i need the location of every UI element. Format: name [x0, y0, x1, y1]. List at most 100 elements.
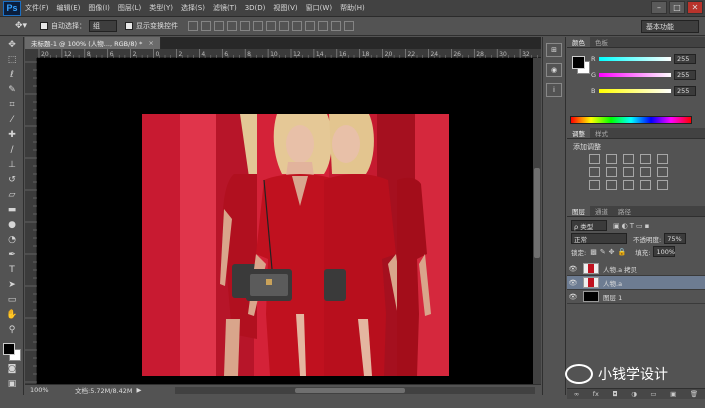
vibrance-icon[interactable]: [657, 154, 668, 164]
show-transform-checkbox[interactable]: [125, 22, 133, 30]
type-tool-icon[interactable]: T: [2, 262, 22, 277]
levels-icon[interactable]: [606, 154, 617, 164]
menu-window[interactable]: 窗口(W): [302, 3, 336, 13]
eyedropper-tool-icon[interactable]: ⁄: [2, 112, 22, 127]
eye-icon[interactable]: 👁: [567, 293, 579, 301]
move-tool-icon[interactable]: ✥: [2, 37, 22, 52]
opacity-input[interactable]: 75%: [664, 233, 687, 244]
green-value[interactable]: 255: [674, 70, 696, 80]
blur-tool-icon[interactable]: ●: [2, 217, 22, 232]
hand-tool-icon[interactable]: ✋: [2, 307, 22, 322]
layer-kind-filter[interactable]: ρ 类型: [571, 220, 607, 231]
tab-adjustments[interactable]: 调整: [567, 128, 590, 138]
align-left-icon[interactable]: [227, 21, 237, 31]
invert-icon[interactable]: [589, 180, 600, 190]
curves-icon[interactable]: [623, 154, 634, 164]
history-brush-icon[interactable]: ↺: [2, 172, 22, 187]
brush-tool-icon[interactable]: ∕: [2, 142, 22, 157]
distribute-bottom-icon[interactable]: [292, 21, 302, 31]
status-arrow-icon[interactable]: ▶: [137, 386, 142, 394]
healing-tool-icon[interactable]: ✚: [2, 127, 22, 142]
channel-mixer-icon[interactable]: [657, 167, 668, 177]
auto-align-icon[interactable]: [344, 21, 354, 31]
auto-select-dropdown[interactable]: 组: [89, 20, 117, 32]
layer-name[interactable]: 图层 1: [603, 292, 622, 302]
new-adjustment-icon[interactable]: ◑: [631, 390, 637, 398]
new-group-icon[interactable]: ▭: [650, 390, 656, 398]
horizontal-scrollbar[interactable]: [175, 387, 535, 394]
threshold-icon[interactable]: [623, 180, 634, 190]
color-swatches[interactable]: [3, 343, 21, 361]
menu-image[interactable]: 图像(I): [84, 3, 114, 13]
menu-view[interactable]: 视图(V): [269, 3, 301, 13]
align-top-icon[interactable]: [188, 21, 198, 31]
red-slider[interactable]: [599, 57, 671, 61]
tab-styles[interactable]: 样式: [590, 128, 613, 138]
eraser-tool-icon[interactable]: ▱: [2, 187, 22, 202]
layer-style-icon[interactable]: fx: [593, 390, 599, 398]
exposure-icon[interactable]: [640, 154, 651, 164]
link-layers-icon[interactable]: ∞: [574, 390, 579, 398]
canvas[interactable]: [37, 58, 533, 384]
distribute-right-icon[interactable]: [331, 21, 341, 31]
add-mask-icon[interactable]: ◘: [612, 390, 617, 398]
vertical-scrollbar[interactable]: [533, 58, 541, 384]
menu-help[interactable]: 帮助(H): [336, 3, 369, 13]
layer-row[interactable]: 👁 人物.a 拷贝: [567, 262, 705, 276]
layer-name[interactable]: 人物.a 拷贝: [603, 264, 637, 274]
info-panel-icon[interactable]: i: [546, 83, 562, 97]
minimize-icon[interactable]: –: [651, 1, 667, 14]
lock-icons[interactable]: ▩✎✥🔒: [590, 248, 629, 256]
close-icon[interactable]: ✕: [687, 1, 703, 14]
blend-mode-dropdown[interactable]: 正常: [571, 233, 627, 244]
menu-3d[interactable]: 3D(D): [241, 4, 270, 12]
history-panel-icon[interactable]: ⊞: [546, 43, 562, 57]
stamp-tool-icon[interactable]: ⊥: [2, 157, 22, 172]
photo-filter-icon[interactable]: [640, 167, 651, 177]
menu-file[interactable]: 文件(F): [21, 3, 53, 13]
lasso-tool-icon[interactable]: ℓ: [2, 67, 22, 82]
tab-channels[interactable]: 通道: [590, 206, 613, 216]
distribute-vcenter-icon[interactable]: [279, 21, 289, 31]
auto-select-checkbox[interactable]: [40, 22, 48, 30]
tab-paths[interactable]: 路径: [613, 206, 636, 216]
distribute-left-icon[interactable]: [305, 21, 315, 31]
workspace-dropdown[interactable]: 基本功能: [641, 20, 699, 33]
align-vcenter-icon[interactable]: [201, 21, 211, 31]
zoom-level[interactable]: 100%: [25, 386, 55, 394]
horizontal-ruler[interactable]: 20 12 8 6 2 0 2 4 6 8 10 12 14 16 18 20 22 24 26 28 30 32: [37, 49, 541, 58]
pen-tool-icon[interactable]: ✒: [2, 247, 22, 262]
distribute-hcenter-icon[interactable]: [318, 21, 328, 31]
close-tab-icon[interactable]: ×: [148, 39, 153, 47]
properties-panel-icon[interactable]: ◉: [546, 63, 562, 77]
document-size-info[interactable]: 文档:5.72M/8.42M: [75, 385, 133, 395]
dodge-tool-icon[interactable]: ◔: [2, 232, 22, 247]
foreground-color[interactable]: [3, 343, 15, 355]
menu-type[interactable]: 类型(Y): [145, 3, 177, 13]
quick-select-tool-icon[interactable]: ✎: [2, 82, 22, 97]
gradient-tool-icon[interactable]: ▬: [2, 202, 22, 217]
hue-saturation-icon[interactable]: [589, 167, 600, 177]
black-white-icon[interactable]: [623, 167, 634, 177]
shape-tool-icon[interactable]: ▭: [2, 292, 22, 307]
gradient-map-icon[interactable]: [640, 180, 651, 190]
red-value[interactable]: 255: [674, 54, 696, 64]
crop-tool-icon[interactable]: ⌗: [2, 97, 22, 112]
distribute-top-icon[interactable]: [266, 21, 276, 31]
quick-mask-icon[interactable]: ◙: [2, 361, 22, 376]
color-spectrum-bar[interactable]: [570, 116, 692, 124]
align-right-icon[interactable]: [253, 21, 263, 31]
tab-layers[interactable]: 图层: [567, 206, 590, 216]
menu-edit[interactable]: 编辑(E): [53, 3, 85, 13]
eye-icon[interactable]: 👁: [567, 265, 579, 273]
fill-input[interactable]: 100%: [653, 246, 676, 257]
layer-row[interactable]: 👁 图层 1: [567, 290, 705, 304]
maximize-icon[interactable]: □: [669, 1, 685, 14]
new-layer-icon[interactable]: ▣: [670, 390, 676, 398]
menu-layer[interactable]: 图层(L): [114, 3, 145, 13]
align-hcenter-icon[interactable]: [240, 21, 250, 31]
green-slider[interactable]: [599, 73, 671, 77]
filter-icons[interactable]: ▣◐T▭▪: [613, 222, 651, 230]
tab-swatches[interactable]: 色板: [590, 37, 613, 47]
eye-icon[interactable]: 👁: [567, 279, 579, 287]
